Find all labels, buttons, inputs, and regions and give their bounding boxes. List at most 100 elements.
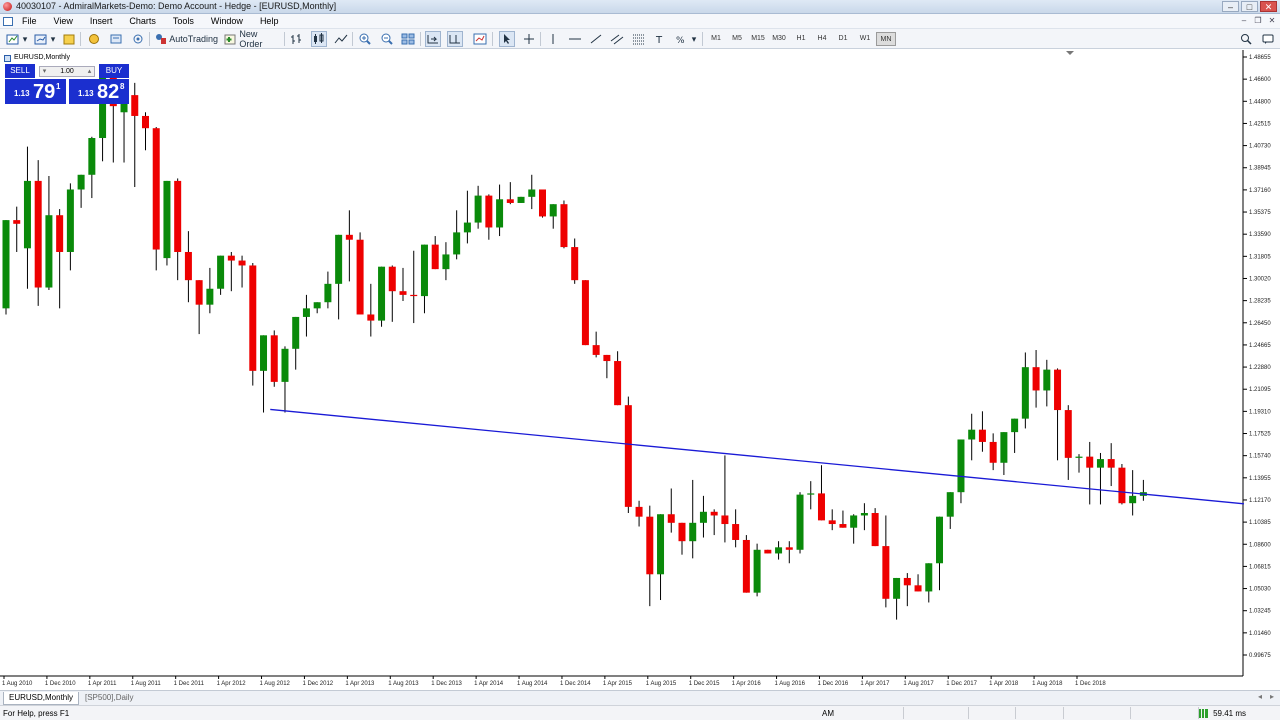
timeframe-h1[interactable]: H1 (791, 32, 811, 46)
line-chart-icon[interactable] (333, 31, 349, 47)
child-restore-icon[interactable]: ❐ (1252, 16, 1264, 26)
close-icon[interactable]: ✕ (1260, 1, 1277, 12)
navigator-icon[interactable] (86, 31, 102, 47)
document-icon[interactable] (3, 17, 13, 26)
profiles-icon[interactable] (33, 31, 49, 47)
fibonacci-icon[interactable] (631, 31, 647, 47)
status-time: AM (822, 709, 834, 718)
buy-button[interactable]: BUY (99, 64, 129, 78)
time-tick-label: 1 Dec 2015 (689, 681, 720, 687)
time-tick-label: 1 Dec 2014 (560, 681, 591, 687)
status-bar: For Help, press F1 AM 59.41 ms (0, 705, 1280, 720)
time-tick-label: 1 Apr 2013 (345, 681, 375, 687)
chart-window-icon (4, 55, 11, 62)
new-order-button[interactable]: New Order (223, 29, 281, 49)
svg-text:%: % (676, 36, 685, 45)
cursor-icon[interactable] (499, 31, 515, 47)
terminal-icon[interactable] (108, 31, 124, 47)
menu-view[interactable]: View (54, 16, 73, 26)
tile-windows-icon[interactable] (400, 31, 416, 47)
candle-bull (807, 493, 815, 495)
candle-bear (195, 280, 203, 305)
auto-scroll-icon[interactable] (425, 31, 441, 47)
timeframe-h4[interactable]: H4 (812, 32, 832, 46)
candle-bull (335, 234, 343, 284)
menu-tools[interactable]: Tools (173, 16, 194, 26)
candlestick-chart-icon[interactable] (311, 31, 327, 47)
menu-bar: File View Insert Charts Tools Window Hel… (0, 14, 1280, 29)
tabs-scroll-right-icon[interactable]: ▸ (1270, 692, 1274, 701)
sell-button[interactable]: SELL (5, 64, 35, 78)
candle-bear (367, 314, 375, 321)
timeframe-m5[interactable]: M5 (727, 32, 747, 46)
chat-icon[interactable] (1260, 31, 1276, 47)
lot-size-field[interactable]: ▾ 1.00 ▴ (39, 66, 95, 77)
price-tick-label: 1.38945 (1249, 166, 1271, 172)
market-watch-icon[interactable] (61, 31, 77, 47)
search-icon[interactable] (1238, 31, 1254, 47)
price-tick-label: 1.01460 (1249, 631, 1271, 637)
chevron-down-icon[interactable]: ▾ (49, 31, 57, 47)
candle-bear (388, 266, 396, 292)
time-tick-label: 1 Aug 2011 (131, 681, 162, 687)
timeframe-w1[interactable]: W1 (855, 32, 875, 46)
sell-quote[interactable]: 1.13 79 1 (5, 79, 66, 104)
timeframe-m15[interactable]: M15 (748, 32, 768, 46)
candle-bear (614, 361, 622, 406)
vertical-line-icon[interactable] (545, 31, 561, 47)
price-tick-label: 1.12170 (1249, 498, 1271, 504)
timeframe-d1[interactable]: D1 (833, 32, 853, 46)
candle-bull (2, 220, 10, 309)
lot-decrease-icon[interactable]: ▾ (40, 67, 49, 76)
candle-bull (796, 494, 804, 550)
tabs-scroll-left-icon[interactable]: ◂ (1258, 692, 1262, 701)
trendline-icon[interactable] (588, 31, 604, 47)
menu-charts[interactable]: Charts (129, 16, 156, 26)
zoom-in-icon[interactable] (357, 31, 373, 47)
indicators-icon[interactable] (472, 31, 488, 47)
lot-increase-icon[interactable]: ▴ (85, 67, 94, 76)
bar-chart-icon[interactable] (289, 31, 305, 47)
child-close-icon[interactable]: ✕ (1266, 16, 1278, 26)
candle-bull (775, 547, 783, 554)
menu-file[interactable]: File (22, 16, 37, 26)
chevron-down-icon[interactable]: ▾ (690, 31, 698, 47)
candle-bear (603, 354, 611, 362)
timeframe-m30[interactable]: M30 (769, 32, 789, 46)
candle-bull (66, 189, 74, 252)
candle-bear (506, 199, 514, 203)
candle-bear (989, 441, 997, 463)
crosshair-icon[interactable] (521, 31, 537, 47)
new-chart-icon[interactable] (5, 31, 21, 47)
price-tick-label: 1.42515 (1249, 121, 1271, 127)
status-help-text: For Help, press F1 (3, 709, 70, 718)
timeframe-m1[interactable]: M1 (706, 32, 726, 46)
time-tick-label: 1 Dec 2010 (45, 681, 76, 687)
maximize-icon[interactable]: □ (1241, 1, 1258, 12)
menu-help[interactable]: Help (260, 16, 279, 26)
arrows-icon[interactable]: % (674, 31, 690, 47)
strategy-tester-icon[interactable] (130, 31, 146, 47)
menu-insert[interactable]: Insert (90, 16, 113, 26)
equidistant-channel-icon[interactable] (609, 31, 625, 47)
chart-shift-icon[interactable] (447, 31, 463, 47)
autotrading-button[interactable]: AutoTrading (154, 31, 218, 47)
tab-sp500-daily[interactable]: [SP500],Daily (80, 692, 138, 705)
candle-bear (732, 524, 740, 540)
candle-bear (592, 345, 600, 355)
candle-bear (742, 539, 750, 593)
horizontal-line-icon[interactable] (567, 31, 583, 47)
candle-bull (206, 288, 214, 305)
chevron-down-icon[interactable]: ▾ (21, 31, 29, 47)
zoom-out-icon[interactable] (379, 31, 395, 47)
buy-quote[interactable]: 1.13 82 8 (69, 79, 129, 104)
chart-window[interactable]: 1.48655 1.46600 1.44800 1.42515 1.40730 1.389… (0, 50, 1280, 690)
menu-window[interactable]: Window (211, 16, 243, 26)
candle-bull (324, 283, 332, 303)
tab-eurusd-monthly[interactable]: EURUSD,Monthly (3, 692, 80, 705)
price-chart[interactable]: 1.48655 1.46600 1.44800 1.42515 1.40730 1.389… (0, 50, 1280, 690)
text-label-icon[interactable]: T (652, 31, 668, 47)
minimize-icon[interactable]: – (1222, 1, 1239, 12)
child-minimize-icon[interactable]: – (1238, 16, 1250, 26)
timeframe-mn[interactable]: MN (876, 32, 896, 46)
